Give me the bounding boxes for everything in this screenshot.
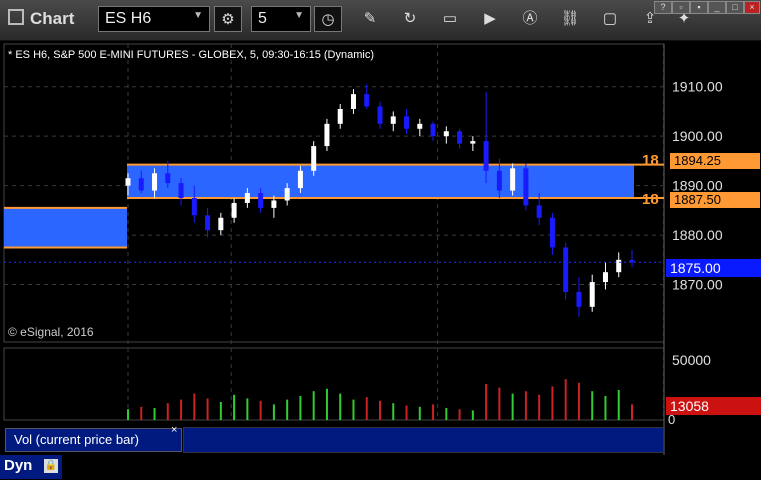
volume-tick-label: 50000: [672, 352, 711, 368]
play-icon[interactable]: ▶: [476, 6, 504, 32]
candle-body: [470, 141, 476, 144]
clock-icon[interactable]: ◷: [314, 6, 342, 32]
candle-body: [390, 116, 396, 124]
maximize-button[interactable]: □: [726, 1, 744, 14]
candle-body: [244, 193, 250, 203]
volume-panel-label[interactable]: Vol (current price bar): [5, 428, 182, 452]
symbol-value: ES H6: [105, 10, 152, 27]
pencil-icon[interactable]: ✎: [356, 6, 384, 32]
candle-body: [510, 168, 516, 191]
zone-fill: [127, 164, 634, 198]
close-icon[interactable]: ×: [171, 424, 177, 436]
alert-icon[interactable]: Ⓐ: [516, 6, 544, 32]
candle-body: [483, 141, 489, 171]
candle-body: [430, 123, 436, 137]
toolbar: Chart ES H6 ▼ ⚙ 5 ▼ ◷ ✎ ↻ ▭ ▶ Ⓐ ⛓ ▢ ⇪ ✦ ? …: [0, 0, 761, 41]
candle-body: [231, 202, 237, 218]
candle-body: [417, 123, 423, 129]
candle-body: [152, 173, 158, 191]
candle-body: [218, 217, 224, 231]
candle-body: [616, 259, 622, 273]
pin-button[interactable]: ▫: [672, 1, 690, 14]
symbol-input[interactable]: ES H6 ▼: [98, 6, 210, 32]
lock-icon[interactable]: 🔒: [44, 459, 58, 473]
close-button[interactable]: ×: [744, 1, 760, 14]
candle-body: [549, 217, 555, 248]
volume-zero-label: 0: [668, 412, 676, 427]
candle-body: [523, 168, 529, 206]
candle-body: [271, 200, 277, 208]
candle-body: [258, 193, 264, 208]
candle-body: [536, 205, 542, 218]
zone-fill: [4, 207, 127, 248]
candle-body: [457, 131, 463, 144]
candle-body: [496, 170, 502, 191]
candle-body: [178, 183, 184, 198]
price-tick-label: 1870.00: [672, 277, 723, 293]
interval-input[interactable]: 5 ▼: [251, 6, 311, 32]
price-tick-label: 1900.00: [672, 128, 723, 144]
upper-zone-count: 18: [642, 152, 659, 169]
minimize-button[interactable]: _: [708, 1, 726, 14]
candle-body: [191, 198, 197, 216]
candle-body: [125, 178, 131, 186]
help-button[interactable]: ?: [654, 1, 672, 14]
candle-body: [350, 94, 356, 109]
last-price-tag: 1875.00: [666, 259, 761, 277]
chevron-down-icon[interactable]: ▼: [193, 10, 203, 21]
candle-body: [165, 173, 171, 184]
candle-body: [138, 178, 144, 191]
candle-body: [364, 94, 370, 107]
refresh-icon[interactable]: ↻: [396, 6, 424, 32]
interval-value: 5: [258, 10, 267, 27]
window-icon: [8, 9, 24, 25]
upper-zone-price-tag: 1894.25: [670, 153, 760, 169]
ticket-icon[interactable]: ▭: [436, 6, 464, 32]
candle-body: [404, 116, 410, 129]
symbol-settings-button[interactable]: ⚙: [214, 6, 242, 32]
chart-canvas: 1870.001880.001890.001900.001910.002712:…: [0, 41, 761, 455]
candle-body: [563, 247, 569, 292]
candle-body: [324, 123, 330, 147]
candle-body: [205, 215, 211, 231]
price-tick-label: 1910.00: [672, 79, 723, 95]
candle-body: [377, 106, 383, 124]
candle-body: [311, 146, 317, 171]
candle-body: [337, 108, 343, 124]
candle-body: [284, 188, 290, 201]
candle-body: [443, 131, 449, 137]
price-tick-label: 1880.00: [672, 227, 723, 243]
candle-body: [589, 282, 595, 307]
candle-body: [602, 272, 608, 283]
link-icon[interactable]: ⛓: [556, 6, 584, 32]
candle-body: [576, 291, 582, 307]
candle-body: [297, 170, 303, 189]
window-title-text: Chart: [30, 9, 75, 28]
settings-button[interactable]: ▪: [690, 1, 708, 14]
chat-icon[interactable]: ▢: [596, 6, 624, 32]
copyright: © eSignal, 2016: [8, 325, 94, 339]
time-axis-bar: [0, 455, 761, 480]
chevron-down-icon[interactable]: ▼: [294, 10, 304, 21]
chart-header: * ES H6, S&P 500 E-MINI FUTURES - GLOBEX…: [8, 49, 374, 61]
window-title: Chart: [8, 9, 74, 29]
lower-zone-count: 18: [642, 191, 659, 208]
volume-label-strip: [183, 427, 664, 453]
lower-zone-price-tag: 1887.50: [670, 192, 760, 208]
volume-tag: 13058: [666, 397, 761, 415]
